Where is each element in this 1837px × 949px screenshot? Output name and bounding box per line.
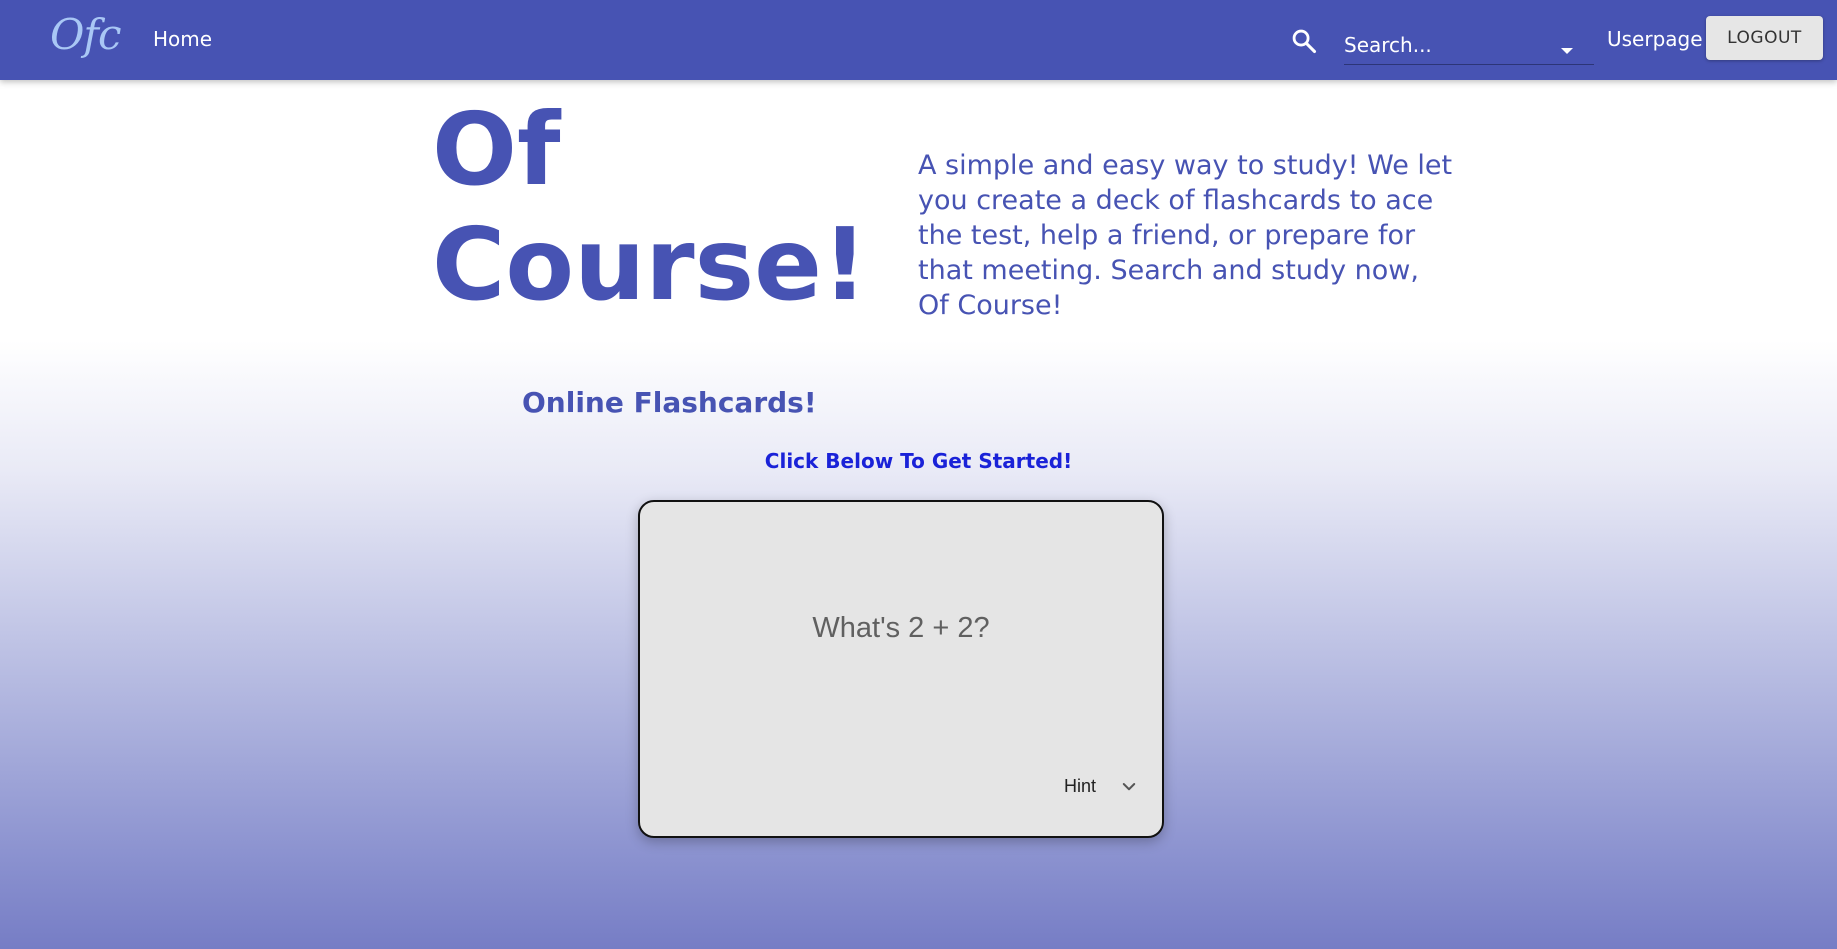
get-started-text: Click Below To Get Started! bbox=[764, 449, 1073, 473]
search-field bbox=[1344, 28, 1594, 65]
site-logo[interactable]: Ofc bbox=[50, 10, 121, 59]
search-input[interactable] bbox=[1344, 30, 1554, 60]
chevron-down-icon bbox=[1122, 783, 1136, 791]
hero-title: Of Course! bbox=[432, 91, 868, 323]
search-icon[interactable] bbox=[1290, 27, 1318, 55]
nav-userpage-link[interactable]: Userpage bbox=[1607, 27, 1703, 51]
nav-home-link[interactable]: Home bbox=[153, 27, 212, 51]
dropdown-arrow-icon[interactable] bbox=[1561, 48, 1573, 54]
hero-description: A simple and easy way to study! We let y… bbox=[918, 150, 1453, 321]
top-navbar: Ofc Home Userpage LOGOUT bbox=[0, 0, 1837, 80]
logout-button[interactable]: LOGOUT bbox=[1706, 16, 1823, 60]
section-heading: Online Flashcards! bbox=[522, 386, 817, 419]
hint-label: Hint bbox=[1064, 776, 1097, 796]
hint-toggle[interactable]: Hint bbox=[1064, 774, 1144, 804]
flashcard-question: What's 2 + 2? bbox=[812, 612, 990, 644]
flashcard[interactable]: What's 2 + 2? Hint bbox=[638, 500, 1164, 838]
